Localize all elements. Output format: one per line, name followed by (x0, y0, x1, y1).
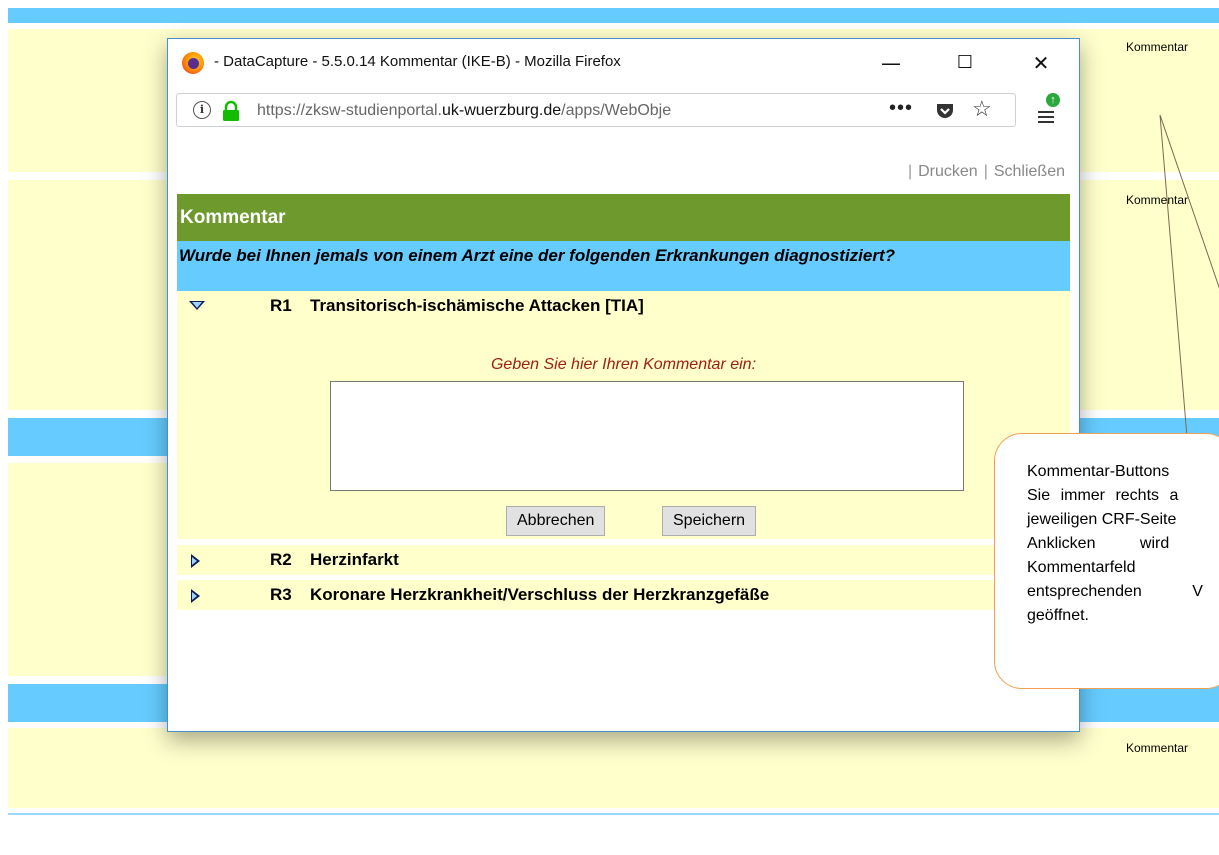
bg-divider (8, 813, 1219, 815)
url-text[interactable]: https://zksw-studienportal.uk-wuerzburg.… (257, 102, 877, 120)
cancel-button[interactable]: Abbrechen (506, 506, 606, 536)
row-label: Transitorisch-ischämische Attacken [TIA] (310, 296, 644, 315)
lock-icon (223, 100, 239, 121)
popup-content: | Drucken | Schließen Kommentar Wurde bei I… (168, 151, 1079, 731)
url-domain: uk-wuerzburg.de (441, 102, 562, 119)
minimize-button[interactable]: — (868, 47, 914, 79)
callout-line: entsprechenden V (1027, 583, 1203, 600)
expand-triangle-icon[interactable] (191, 554, 200, 568)
url-bar[interactable]: i https://zksw-studienportal.uk-wuerzbur… (176, 93, 1016, 127)
list-item-r1: R1 Transitorisch-ischämische Attacken [T… (177, 291, 1070, 539)
pocket-icon[interactable] (935, 101, 955, 121)
title-bar[interactable]: - DataCapture - 5.5.0.14 Kommentar (IKE-… (168, 39, 1079, 87)
callout-text: Kommentar-Buttons Sie immer rechts a jew… (1027, 460, 1219, 628)
row-code: R1 (270, 296, 292, 315)
comment-textarea[interactable] (330, 381, 964, 491)
window-title: - DataCapture - 5.5.0.14 Kommentar (IKE-… (214, 53, 621, 70)
callout-bubble: Kommentar-Buttons Sie immer rechts a jew… (994, 433, 1219, 689)
close-link[interactable]: Schließen (994, 163, 1065, 180)
maximize-button[interactable]: ☐ (942, 47, 988, 79)
callout-line: Kommentar-Buttons (1027, 463, 1170, 480)
comment-prompt: Geben Sie hier Ihren Kommentar ein: (490, 356, 757, 373)
row-label: Koronare Herzkrankheit/Verschluss der He… (310, 585, 770, 604)
callout-line: Kommentarfeld (1027, 559, 1136, 576)
callout-line: jeweiligen CRF-Seite (1027, 511, 1177, 528)
callout-pointer (1159, 115, 1219, 438)
row-header[interactable]: R1 Transitorisch-ischämische Attacken [T… (177, 291, 1070, 321)
menu-icon[interactable]: ↑ (1038, 93, 1060, 125)
row-code: R3 (270, 585, 292, 604)
print-link[interactable]: Drucken (918, 163, 978, 180)
bg-blue-band (8, 8, 1219, 23)
bg-yellow-row (8, 728, 1219, 808)
question-text: Wurde bei Ihnen jemals von einem Arzt ei… (177, 241, 1070, 291)
list-item-r2[interactable]: R2 Herzinfarkt (177, 545, 1070, 575)
section-header: Kommentar (177, 194, 1070, 241)
bookmark-star-icon[interactable]: ☆ (972, 96, 992, 122)
callout-line: geöffnet. (1027, 607, 1089, 624)
list-item-r3[interactable]: R3 Koronare Herzkrankheit/Verschluss der… (177, 580, 1070, 610)
expand-triangle-icon[interactable] (191, 589, 200, 603)
firefox-logo-icon (182, 52, 204, 74)
update-badge-icon: ↑ (1046, 93, 1060, 107)
comment-button[interactable]: Kommentar (1126, 741, 1188, 755)
save-button[interactable]: Speichern (662, 506, 757, 536)
info-icon[interactable]: i (193, 101, 211, 119)
callout-line: Sie immer rechts a (1027, 487, 1179, 504)
collapse-triangle-icon[interactable] (189, 301, 205, 310)
close-button[interactable]: ✕ (1018, 47, 1064, 79)
callout-line: Anklicken wird (1027, 535, 1170, 552)
page-actions-icon[interactable]: ••• (889, 97, 913, 120)
row-code: R2 (270, 550, 292, 569)
url-suffix: /apps/WebObje (561, 102, 672, 119)
url-prefix: https://zksw-studienportal. (257, 102, 442, 119)
top-links: | Drucken | Schließen (907, 163, 1065, 180)
firefox-popup-window: - DataCapture - 5.5.0.14 Kommentar (IKE-… (167, 38, 1080, 732)
comment-button[interactable]: Kommentar (1126, 40, 1188, 54)
row-label: Herzinfarkt (310, 550, 399, 569)
